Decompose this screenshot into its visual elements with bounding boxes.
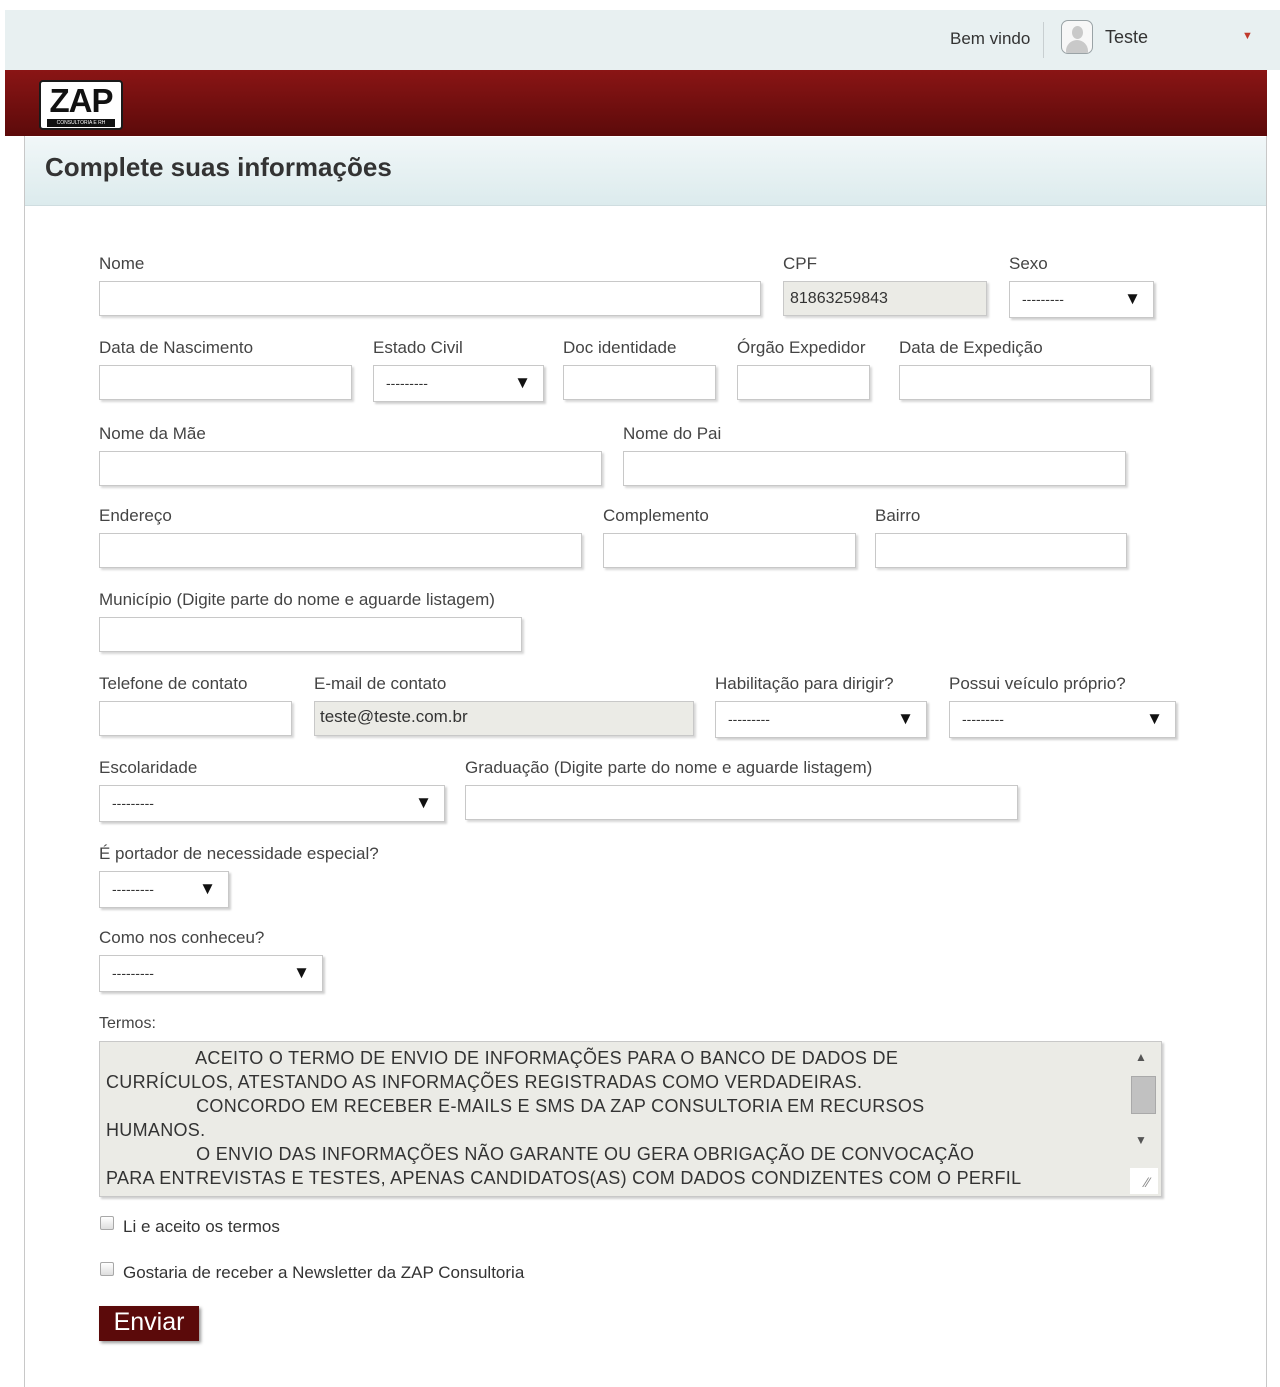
triangle-down-icon: ▼ [897,709,914,728]
como-conheceu-value: --------- [112,965,154,981]
newsletter-label[interactable]: Gostaria de receber a Newsletter da ZAP … [123,1263,524,1283]
welcome-text: Bem vindo [950,29,1031,48]
data-nascimento-input[interactable] [99,365,352,400]
municipio-input[interactable] [99,617,522,652]
telefone-label: Telefone de contato [99,674,248,693]
email-input[interactable]: teste@teste.com.br [314,701,694,736]
textarea-resize-area [1130,1168,1158,1194]
termos-text: ACEITO O TERMO DE ENVIO DE INFORMAÇÕES P… [106,1048,1022,1188]
escolaridade-value: --------- [112,795,154,811]
triangle-down-icon: ▼ [415,793,432,812]
user-avatar-icon[interactable] [1061,20,1093,54]
escolaridade-select[interactable]: --------- ▼ [99,785,445,822]
veiculo-select[interactable]: --------- ▼ [949,701,1176,738]
habilitacao-value: --------- [728,711,770,727]
data-nascimento-label: Data de Nascimento [99,338,254,357]
sexo-label: Sexo [1009,254,1048,273]
necessidade-label: É portador de necessidade especial? [99,844,379,863]
municipio-label: Município (Digite parte do nome e aguard… [99,590,495,609]
escolaridade-label: Escolaridade [99,758,198,777]
scroll-down-arrow-icon[interactable]: ▼ [1135,1133,1147,1147]
brand-bar-edge [5,70,25,136]
triangle-down-icon: ▼ [1124,289,1141,308]
telefone-input[interactable] [99,701,292,736]
estado-civil-label: Estado Civil [373,338,463,357]
user-menu-caret-icon[interactable]: ▼ [1242,30,1253,42]
triangle-down-icon: ▼ [199,879,216,898]
como-conheceu-label: Como nos conheceu? [99,928,265,947]
logo-text: ZAP [49,82,114,119]
nome-mae-label: Nome da Mãe [99,424,206,443]
zap-logo[interactable]: ZAP CONSULTORIA E RH [39,80,123,130]
complemento-input[interactable] [603,533,856,568]
triangle-down-icon: ▼ [1146,709,1163,728]
header-divider [1043,22,1044,58]
complemento-label: Complemento [603,506,709,525]
sexo-value: --------- [1022,291,1064,307]
veiculo-label: Possui veículo próprio? [949,674,1126,693]
termos-label: Termos: [99,1015,156,1032]
nome-pai-input[interactable] [623,451,1126,486]
data-expedicao-input[interactable] [899,365,1151,400]
necessidade-select[interactable]: --------- ▼ [99,871,229,908]
nome-label: Nome [99,254,145,273]
orgao-expedidor-input[interactable] [737,365,870,400]
page-title: Complete suas informações [45,152,392,182]
username-link[interactable]: Teste [1105,27,1148,48]
necessidade-value: --------- [112,881,154,897]
habilitacao-label: Habilitação para dirigir? [715,674,894,693]
habilitacao-select[interactable]: --------- ▼ [715,701,927,738]
aceito-termos-checkbox[interactable] [100,1216,114,1230]
nome-input[interactable] [99,281,761,316]
estado-civil-value: --------- [386,375,428,391]
scrollbar-thumb[interactable] [1131,1076,1156,1114]
enviar-button[interactable]: Enviar [99,1306,199,1341]
nome-mae-input[interactable] [99,451,602,486]
termos-textarea[interactable]: ACEITO O TERMO DE ENVIO DE INFORMAÇÕES P… [99,1041,1162,1197]
newsletter-checkbox[interactable] [100,1262,114,1276]
logo-subtitle: CONSULTORIA E RH [47,119,115,127]
data-expedicao-label: Data de Expedição [899,338,1043,357]
doc-identidade-input[interactable] [563,365,716,400]
triangle-down-icon: ▼ [293,963,310,982]
graduacao-input[interactable] [465,785,1018,820]
endereco-input[interactable] [99,533,582,568]
scroll-up-arrow-icon[interactable]: ▲ [1135,1050,1147,1064]
aceito-termos-label[interactable]: Li e aceito os termos [123,1217,280,1237]
endereco-label: Endereço [99,506,172,525]
doc-identidade-label: Doc identidade [563,338,677,357]
orgao-expedidor-label: Órgão Expedidor [737,338,866,357]
cpf-label: CPF [783,254,817,273]
resize-handle-icon[interactable]: ⁄⁄ [1145,1174,1150,1190]
triangle-down-icon: ▼ [514,373,531,392]
bairro-input[interactable] [875,533,1127,568]
cpf-input[interactable]: 81863259843 [783,281,987,316]
como-conheceu-select[interactable]: --------- ▼ [99,955,323,992]
email-label: E-mail de contato [314,674,447,693]
brand-bar [25,70,1267,136]
graduacao-label: Graduação (Digite parte do nome e aguard… [465,758,873,777]
bairro-label: Bairro [875,506,921,525]
sexo-select[interactable]: --------- ▼ [1009,281,1154,318]
veiculo-value: --------- [962,711,1004,727]
estado-civil-select[interactable]: --------- ▼ [373,365,544,402]
nome-pai-label: Nome do Pai [623,424,722,443]
